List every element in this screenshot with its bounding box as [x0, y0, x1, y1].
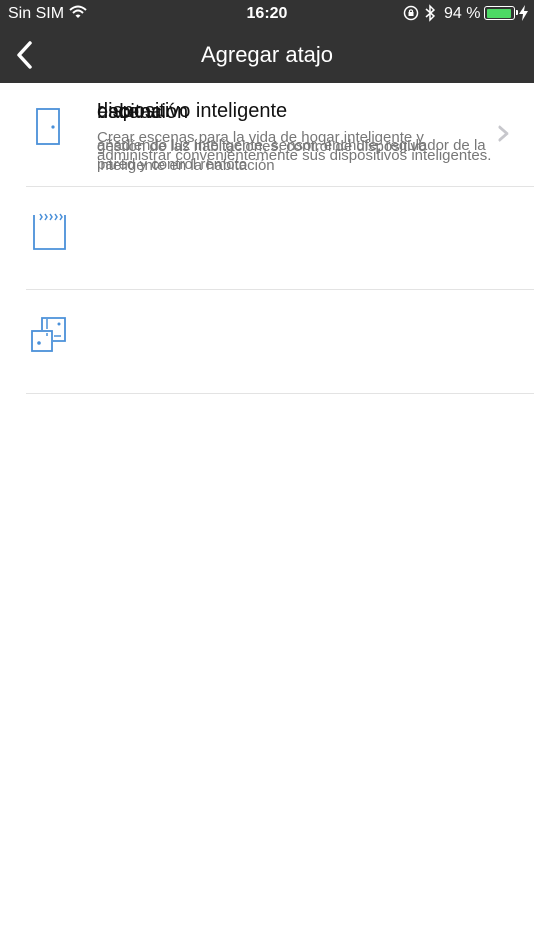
door-icon [36, 108, 60, 145]
charging-bolt-icon [519, 5, 528, 21]
battery-fill [486, 8, 511, 18]
list-item-title: dispositivo inteligente [97, 100, 288, 122]
list-item-description: añadiendo luz inteligente, sensor, enchu… [97, 137, 486, 173]
nav-bar: Agregar atajo [0, 28, 534, 83]
divider [26, 392, 534, 394]
header: Sin SIM 16:20 94 % Agregar atajo [0, 0, 534, 83]
battery-icon [484, 6, 518, 20]
list-item-scene[interactable] [0, 187, 534, 290]
status-bar: Sin SIM 16:20 94 % [0, 0, 534, 28]
chevron-right-icon [498, 125, 509, 141]
list-item-smart-device[interactable] [0, 290, 534, 394]
battery-percent: 94 % [444, 5, 481, 22]
smart-device-icon [31, 317, 66, 352]
shortcut-list: habitación gestión de las habitaciones, … [0, 83, 534, 394]
page-title: Agregar atajo [200, 42, 334, 67]
bluetooth-icon [425, 4, 435, 22]
rotation-lock-icon [403, 5, 419, 21]
scene-icon [33, 213, 66, 250]
